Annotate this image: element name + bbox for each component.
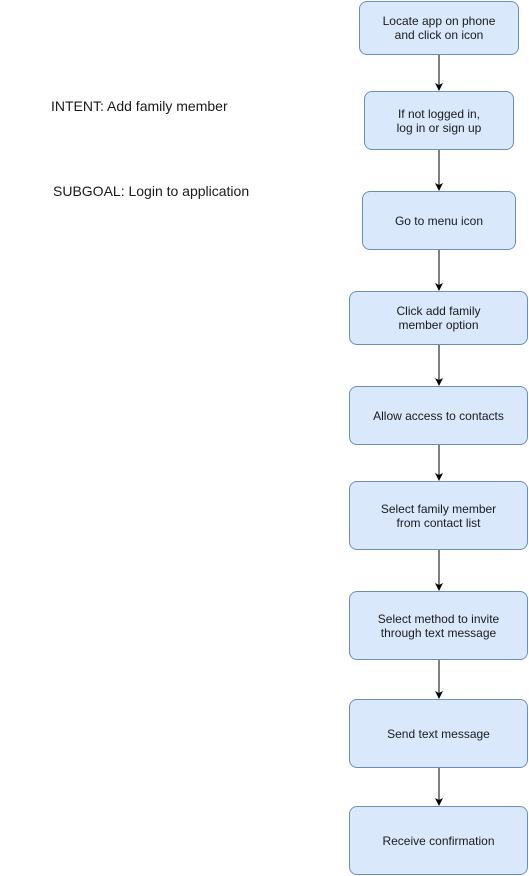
step-receive-confirmation: Receive confirmation — [349, 806, 528, 875]
step-locate-app: Locate app on phone and click on icon — [359, 1, 519, 55]
step-go-to-menu: Go to menu icon — [362, 191, 516, 250]
step-send-text: Send text message — [349, 699, 528, 768]
step-allow-contacts: Allow access to contacts — [349, 386, 528, 445]
step-click-add-family-member: Click add family member option — [349, 291, 528, 345]
step-select-family-member: Select family member from contact list — [349, 481, 528, 550]
step-select-invite-method: Select method to invite through text mes… — [349, 591, 528, 660]
step-login-or-signup: If not logged in, log in or sign up — [364, 91, 514, 150]
